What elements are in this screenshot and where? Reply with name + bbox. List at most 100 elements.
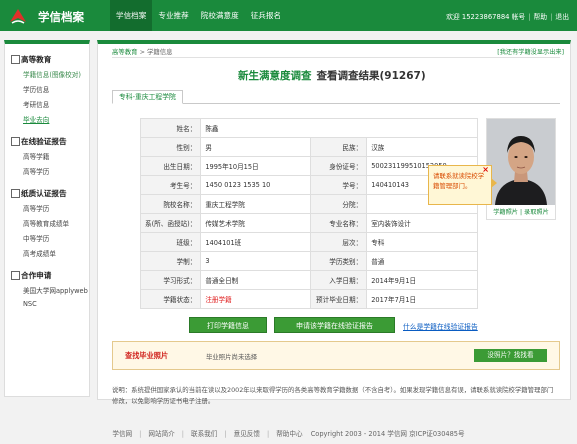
find-photo-button[interactable]: 没照片？找找看 [474, 349, 547, 362]
breadcrumb-current: 学籍信息 [147, 48, 173, 56]
tooltip-arrow [491, 178, 497, 188]
missing-enrollment-link[interactable]: [我还有学籍没显示出来] [497, 47, 564, 56]
user-area: 欢迎 15223867884 帐号 | 帮助 | 退出 [446, 13, 569, 21]
sidebar-heading: 高等教育 [11, 54, 89, 65]
gender-label: 性别： [139, 137, 202, 157]
sidebar-item-nsc[interactable]: NSC [23, 300, 89, 308]
tooltip-text: 请联系就读院校学籍管理部门。 [433, 172, 485, 190]
find-photo-title: 查找毕业照片 [125, 351, 169, 360]
print-button[interactable]: 打印学籍信息 [189, 317, 267, 333]
grad-label: 预计毕业日期： [310, 289, 368, 309]
ethnic-label: 民族： [310, 137, 368, 157]
enrollment-table: 姓名： 陈鑫 性别： 男 民族： 汉族 出生日期： 1995年10月15日 身份… [139, 118, 478, 309]
survey-result-link[interactable]: 查看调查结果(91267) [317, 70, 426, 82]
exam-label: 考生号： [139, 175, 202, 195]
find-photo-status: 毕业照片尚未选择 [206, 353, 258, 361]
sidebar-item-paper-degree[interactable]: 高等学历 [23, 203, 89, 213]
sidebar-item-transcript[interactable]: 高等教育成绩单 [23, 218, 89, 228]
contact-tooltip: × 请联系就读院校学籍管理部门。 [428, 165, 497, 205]
admission-photo-label[interactable]: 录取照片 [524, 209, 549, 216]
find-photo-panel: 查找毕业照片 毕业照片尚未选择 没照片？找找看 [112, 341, 560, 370]
length-value: 3 [200, 251, 312, 271]
logo-icon [10, 9, 26, 24]
table-row: 姓名： 陈鑫 [139, 118, 478, 138]
sidebar-item-enrollment[interactable]: 学籍信息(图像校对) [23, 69, 89, 79]
sidebar-item-applyweb[interactable]: 美国大学网applyweb [23, 285, 89, 295]
photo-caption: 学籍照片 | 录取照片 [493, 209, 549, 216]
ethnic-value: 汉族 [366, 137, 478, 157]
name-label: 姓名： [139, 118, 202, 138]
footer-link[interactable]: 网站简介 [148, 430, 174, 438]
length-label: 学制： [139, 251, 202, 271]
table-row: 学制： 3 学历类别： 普通 [139, 251, 478, 271]
survey-header: 新生满意度调查 查看调查结果(91267) [238, 68, 426, 83]
breadcrumb-separator: > [139, 48, 145, 56]
sidebar-item-destination[interactable]: 毕业去向 [23, 114, 89, 124]
form-label: 学习形式： [139, 270, 202, 290]
enroll-value: 2014年9月1日 [366, 270, 478, 290]
report-help-link[interactable]: 什么是学籍在线验证报告 [403, 321, 478, 331]
footer-link[interactable]: 意见反馈 [234, 430, 260, 438]
table-row: 考生号： 1450 0123 1535 10 学号： 140410143 [139, 175, 478, 195]
sidebar-group-higher-ed: 高等教育 学籍信息(图像校对) 学历信息 考研信息 毕业去向 [11, 54, 89, 124]
main-panel: 高等教育 > 学籍信息 [我还有学籍没显示出来] 新生满意度调查 查看调查结果(9… [97, 40, 571, 400]
nav-item-major[interactable]: 专业推荐 [152, 0, 194, 31]
gender-value: 男 [200, 137, 312, 157]
sidebar-heading: 合作申请 [11, 270, 89, 281]
name-value: 陈鑫 [200, 118, 478, 138]
photo-box: 学籍照片 | 录取照片 [486, 118, 556, 220]
level-value: 专科 [366, 232, 478, 252]
tab-school[interactable]: 专科-重庆工程学院 [112, 90, 183, 104]
birth-label: 出生日期： [139, 156, 202, 176]
copyright: Copyright 2003 - 2014 学信网 京ICP证030485号 [310, 430, 465, 438]
enroll-label: 入学日期： [310, 270, 368, 290]
form-value: 普通全日制 [200, 270, 312, 290]
brand-title: 学信档案 [38, 10, 84, 24]
footer-link[interactable]: 学信网 [112, 430, 132, 438]
sidebar-group-online-report: 在线验证报告 高等学籍 高等学历 [11, 136, 89, 176]
dept-value: 传媒艺术学院 [200, 213, 312, 233]
sidebar-heading: 纸质认证报告 [11, 188, 89, 199]
footer-link[interactable]: 帮助中心 [276, 430, 302, 438]
divider [112, 57, 560, 58]
major-value: 室内装饰设计 [366, 213, 478, 233]
branch-label: 分院： [310, 194, 368, 214]
breadcrumb: 高等教育 > 学籍信息 [112, 47, 173, 56]
grad-photo-label[interactable]: 学籍照片 [493, 209, 518, 216]
portrait-icon [487, 119, 555, 205]
nav-item-satisfaction[interactable]: 院校满意度 [195, 0, 245, 31]
logout-link[interactable]: 退出 [555, 13, 569, 21]
sid-label: 学号： [310, 175, 368, 195]
sidebar-item-degree[interactable]: 学历信息 [23, 84, 89, 94]
status-value: 注册学籍 [200, 289, 312, 309]
table-row: 院校名称： 重庆工程学院 分院： [139, 194, 478, 214]
sidebar-item-online-enrollment[interactable]: 高等学籍 [23, 151, 89, 161]
student-photo [487, 119, 555, 205]
sidebar-item-postgrad[interactable]: 考研信息 [23, 99, 89, 109]
nav-item-enlist[interactable]: 征兵报名 [245, 0, 287, 31]
level-label: 层次： [310, 232, 368, 252]
top-bar: 学信档案 学信档案 专业推荐 院校满意度 征兵报名 欢迎 15223867884… [0, 0, 577, 31]
sidebar-heading: 在线验证报告 [11, 136, 89, 147]
major-label: 专业名称： [310, 213, 368, 233]
main-nav: 学信档案 专业推荐 院校满意度 征兵报名 [110, 0, 287, 31]
school-label: 院校名称： [139, 194, 202, 214]
nav-item-archive[interactable]: 学信档案 [110, 0, 153, 31]
survey-link[interactable]: 新生满意度调查 [238, 70, 312, 82]
close-icon[interactable]: × [482, 165, 489, 175]
type-label: 学历类别： [310, 251, 368, 271]
table-row: 系(所、函授站)： 传媒艺术学院 专业名称： 室内装饰设计 [139, 213, 478, 233]
sidebar-item-online-degree[interactable]: 高等学历 [23, 166, 89, 176]
breadcrumb-home[interactable]: 高等教育 [112, 48, 138, 56]
type-value: 普通 [366, 251, 478, 271]
sidebar-item-gaokao[interactable]: 高考成绩单 [23, 248, 89, 258]
help-link[interactable]: 帮助 [534, 13, 548, 21]
table-row: 性别： 男 民族： 汉族 [139, 137, 478, 157]
welcome-text[interactable]: 欢迎 15223867884 帐号 [446, 13, 525, 21]
apply-report-button[interactable]: 申请该学籍在线验证报告 [274, 317, 395, 333]
sidebar-item-secondary[interactable]: 中等学历 [23, 233, 89, 243]
footer-link[interactable]: 联系我们 [191, 430, 217, 438]
sidebar-group-partner: 合作申请 美国大学网applyweb NSC [11, 270, 89, 308]
school-value: 重庆工程学院 [200, 194, 312, 214]
grad-value: 2017年7月1日 [366, 289, 478, 309]
